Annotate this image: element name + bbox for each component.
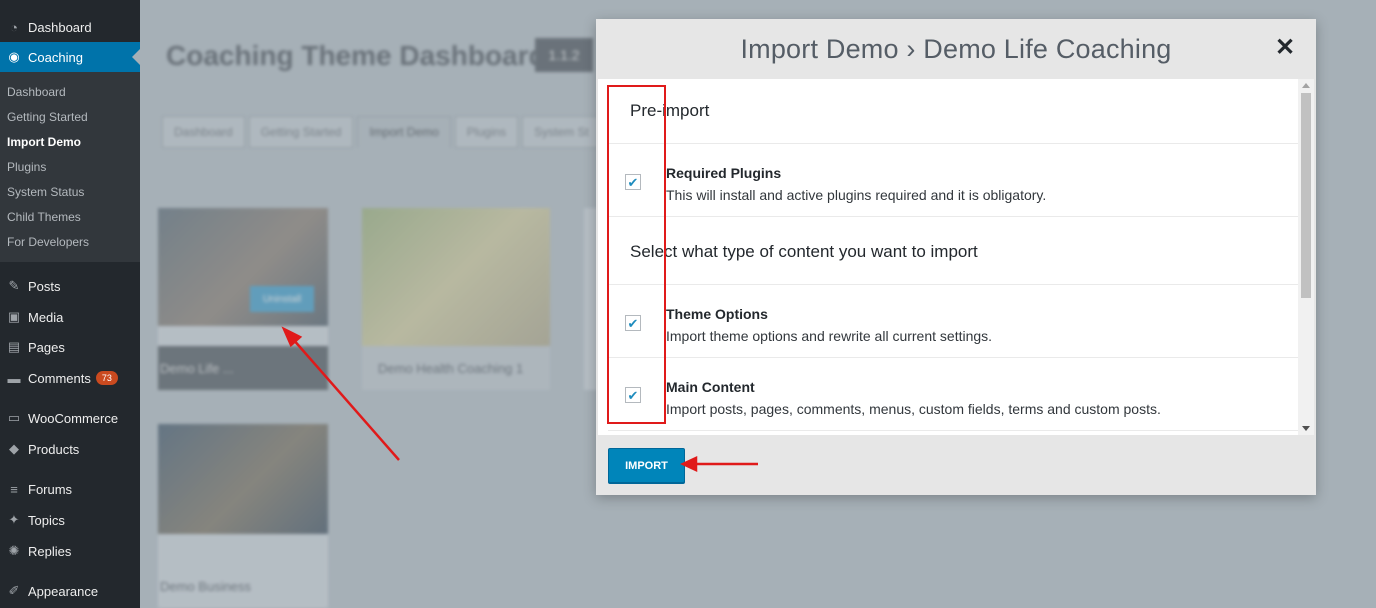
menu-label: WooCommerce xyxy=(28,410,119,426)
divider xyxy=(608,143,1298,144)
menu-label: Pages xyxy=(28,339,65,355)
version-badge: 1.1.2 xyxy=(535,38,593,72)
tab-dashboard[interactable]: Dashboard xyxy=(162,116,245,148)
submenu-child-themes[interactable]: Child Themes xyxy=(7,210,81,224)
submenu-plugins[interactable]: Plugins xyxy=(7,160,46,174)
menu-item-appearance[interactable]: ✐ Appearance xyxy=(0,576,140,606)
scroll-thumb[interactable] xyxy=(1301,93,1311,298)
required-plugins-title: Required Plugins xyxy=(666,165,782,181)
scroll-up-icon[interactable] xyxy=(1302,83,1310,88)
modal-scrollbar[interactable] xyxy=(1298,79,1314,435)
menu-item-coaching[interactable]: ◉ Coaching xyxy=(0,42,140,72)
demo-label: Demo Life ... xyxy=(158,346,328,390)
checkbox-highlight-annotation xyxy=(607,85,666,424)
theme-options-title: Theme Options xyxy=(666,306,768,322)
menu-item-posts[interactable]: ✎ Posts xyxy=(0,271,140,301)
menu-label: Comments xyxy=(28,370,91,386)
demo-label: Demo Business xyxy=(160,578,252,594)
products-icon: ◆ xyxy=(9,441,19,456)
menu-item-comments[interactable]: ▬ Comments 73 xyxy=(0,363,140,393)
menu-label: Dashboard xyxy=(28,19,92,35)
menu-item-media[interactable]: ▣ Media xyxy=(0,302,140,332)
tab-import-demo[interactable]: Import Demo xyxy=(357,116,451,148)
forums-icon: ≡ xyxy=(10,481,18,497)
dashboard-tabs: Dashboard Getting Started Import Demo Pl… xyxy=(162,116,605,148)
page-title: Coaching Theme Dashboard xyxy=(166,40,546,71)
modal-title: Import Demo › Demo Life Coaching xyxy=(740,33,1172,64)
menu-label: Topics xyxy=(28,512,65,528)
menu-item-topics[interactable]: ✦ Topics xyxy=(0,505,140,535)
pin-icon: ✎ xyxy=(8,278,20,293)
close-icon[interactable]: ✕ xyxy=(1270,32,1300,62)
media-icon: ▣ xyxy=(7,309,21,324)
menu-label: Products xyxy=(28,441,80,457)
demo-card-health-coaching[interactable]: Demo Health Coaching 1 xyxy=(362,208,550,390)
replies-icon: ✺ xyxy=(8,543,20,558)
menu-label: Coaching xyxy=(28,49,83,65)
menu-item-forums[interactable]: ≡ Forums xyxy=(0,474,140,504)
divider xyxy=(608,430,1298,431)
tab-getting-started[interactable]: Getting Started xyxy=(248,116,354,148)
pages-icon: ▤ xyxy=(7,339,21,354)
coaching-icon: ◉ xyxy=(8,49,20,64)
menu-label: Posts xyxy=(28,278,61,294)
demo-card-life-coaching[interactable]: Uninstall Demo Life ... xyxy=(158,208,328,390)
divider xyxy=(608,284,1298,285)
required-plugins-desc: This will install and active plugins req… xyxy=(666,187,1047,203)
modal-header: Import Demo › Demo Life Coaching ✕ xyxy=(596,19,1316,79)
woocommerce-icon: ▭ xyxy=(7,410,21,425)
modal-body: Pre-import ✔ Required Plugins This will … xyxy=(598,79,1308,435)
main-content-desc: Import posts, pages, comments, menus, cu… xyxy=(666,401,1161,417)
menu-label: Replies xyxy=(28,543,72,559)
menu-item-woocommerce[interactable]: ▭ WooCommerce xyxy=(0,403,140,433)
menu-item-dashboard[interactable]: ◔ Dashboard xyxy=(0,12,140,42)
menu-item-replies[interactable]: ✺ Replies xyxy=(0,536,140,566)
active-menu-arrow xyxy=(132,49,140,65)
menu-item-pages[interactable]: ▤ Pages xyxy=(0,332,140,362)
submenu-getting-started[interactable]: Getting Started xyxy=(7,110,88,124)
divider xyxy=(608,216,1298,217)
submenu-system-status[interactable]: System Status xyxy=(7,185,84,199)
import-button[interactable]: IMPORT xyxy=(608,448,685,483)
demo-card-business[interactable]: Demo Business xyxy=(158,424,328,608)
uninstall-button[interactable]: Uninstall xyxy=(250,286,314,312)
tab-plugins[interactable]: Plugins xyxy=(454,116,519,148)
coaching-submenu: Dashboard Getting Started Import Demo Pl… xyxy=(0,72,140,262)
menu-label: Media xyxy=(28,309,64,325)
demo-thumbnail xyxy=(158,424,328,534)
divider xyxy=(608,357,1298,358)
admin-sidebar: ◔ Dashboard ◉ Coaching Dashboard Getting… xyxy=(0,0,140,608)
demo-label: Demo Health Coaching 1 xyxy=(362,346,550,390)
demo-thumbnail xyxy=(362,208,550,346)
content-type-heading: Select what type of content you want to … xyxy=(630,242,978,261)
appearance-icon: ✐ xyxy=(8,583,20,598)
comments-icon: ▬ xyxy=(7,370,21,386)
import-demo-modal: Import Demo › Demo Life Coaching ✕ Pre-i… xyxy=(596,19,1316,495)
comments-count-badge: 73 xyxy=(95,371,118,385)
submenu-import-demo[interactable]: Import Demo xyxy=(7,135,81,149)
menu-label: Forums xyxy=(28,481,73,497)
main-content-title: Main Content xyxy=(666,379,755,395)
menu-label: Appearance xyxy=(28,583,99,599)
dashboard-icon: ◔ xyxy=(10,19,18,35)
theme-options-desc: Import theme options and rewrite all cur… xyxy=(666,328,993,344)
submenu-dashboard[interactable]: Dashboard xyxy=(7,85,66,99)
scroll-down-icon[interactable] xyxy=(1302,426,1310,431)
tab-system-status[interactable]: System St xyxy=(522,116,601,148)
topics-icon: ✦ xyxy=(8,512,20,527)
submenu-for-developers[interactable]: For Developers xyxy=(7,235,89,249)
menu-item-products[interactable]: ◆ Products xyxy=(0,434,140,464)
